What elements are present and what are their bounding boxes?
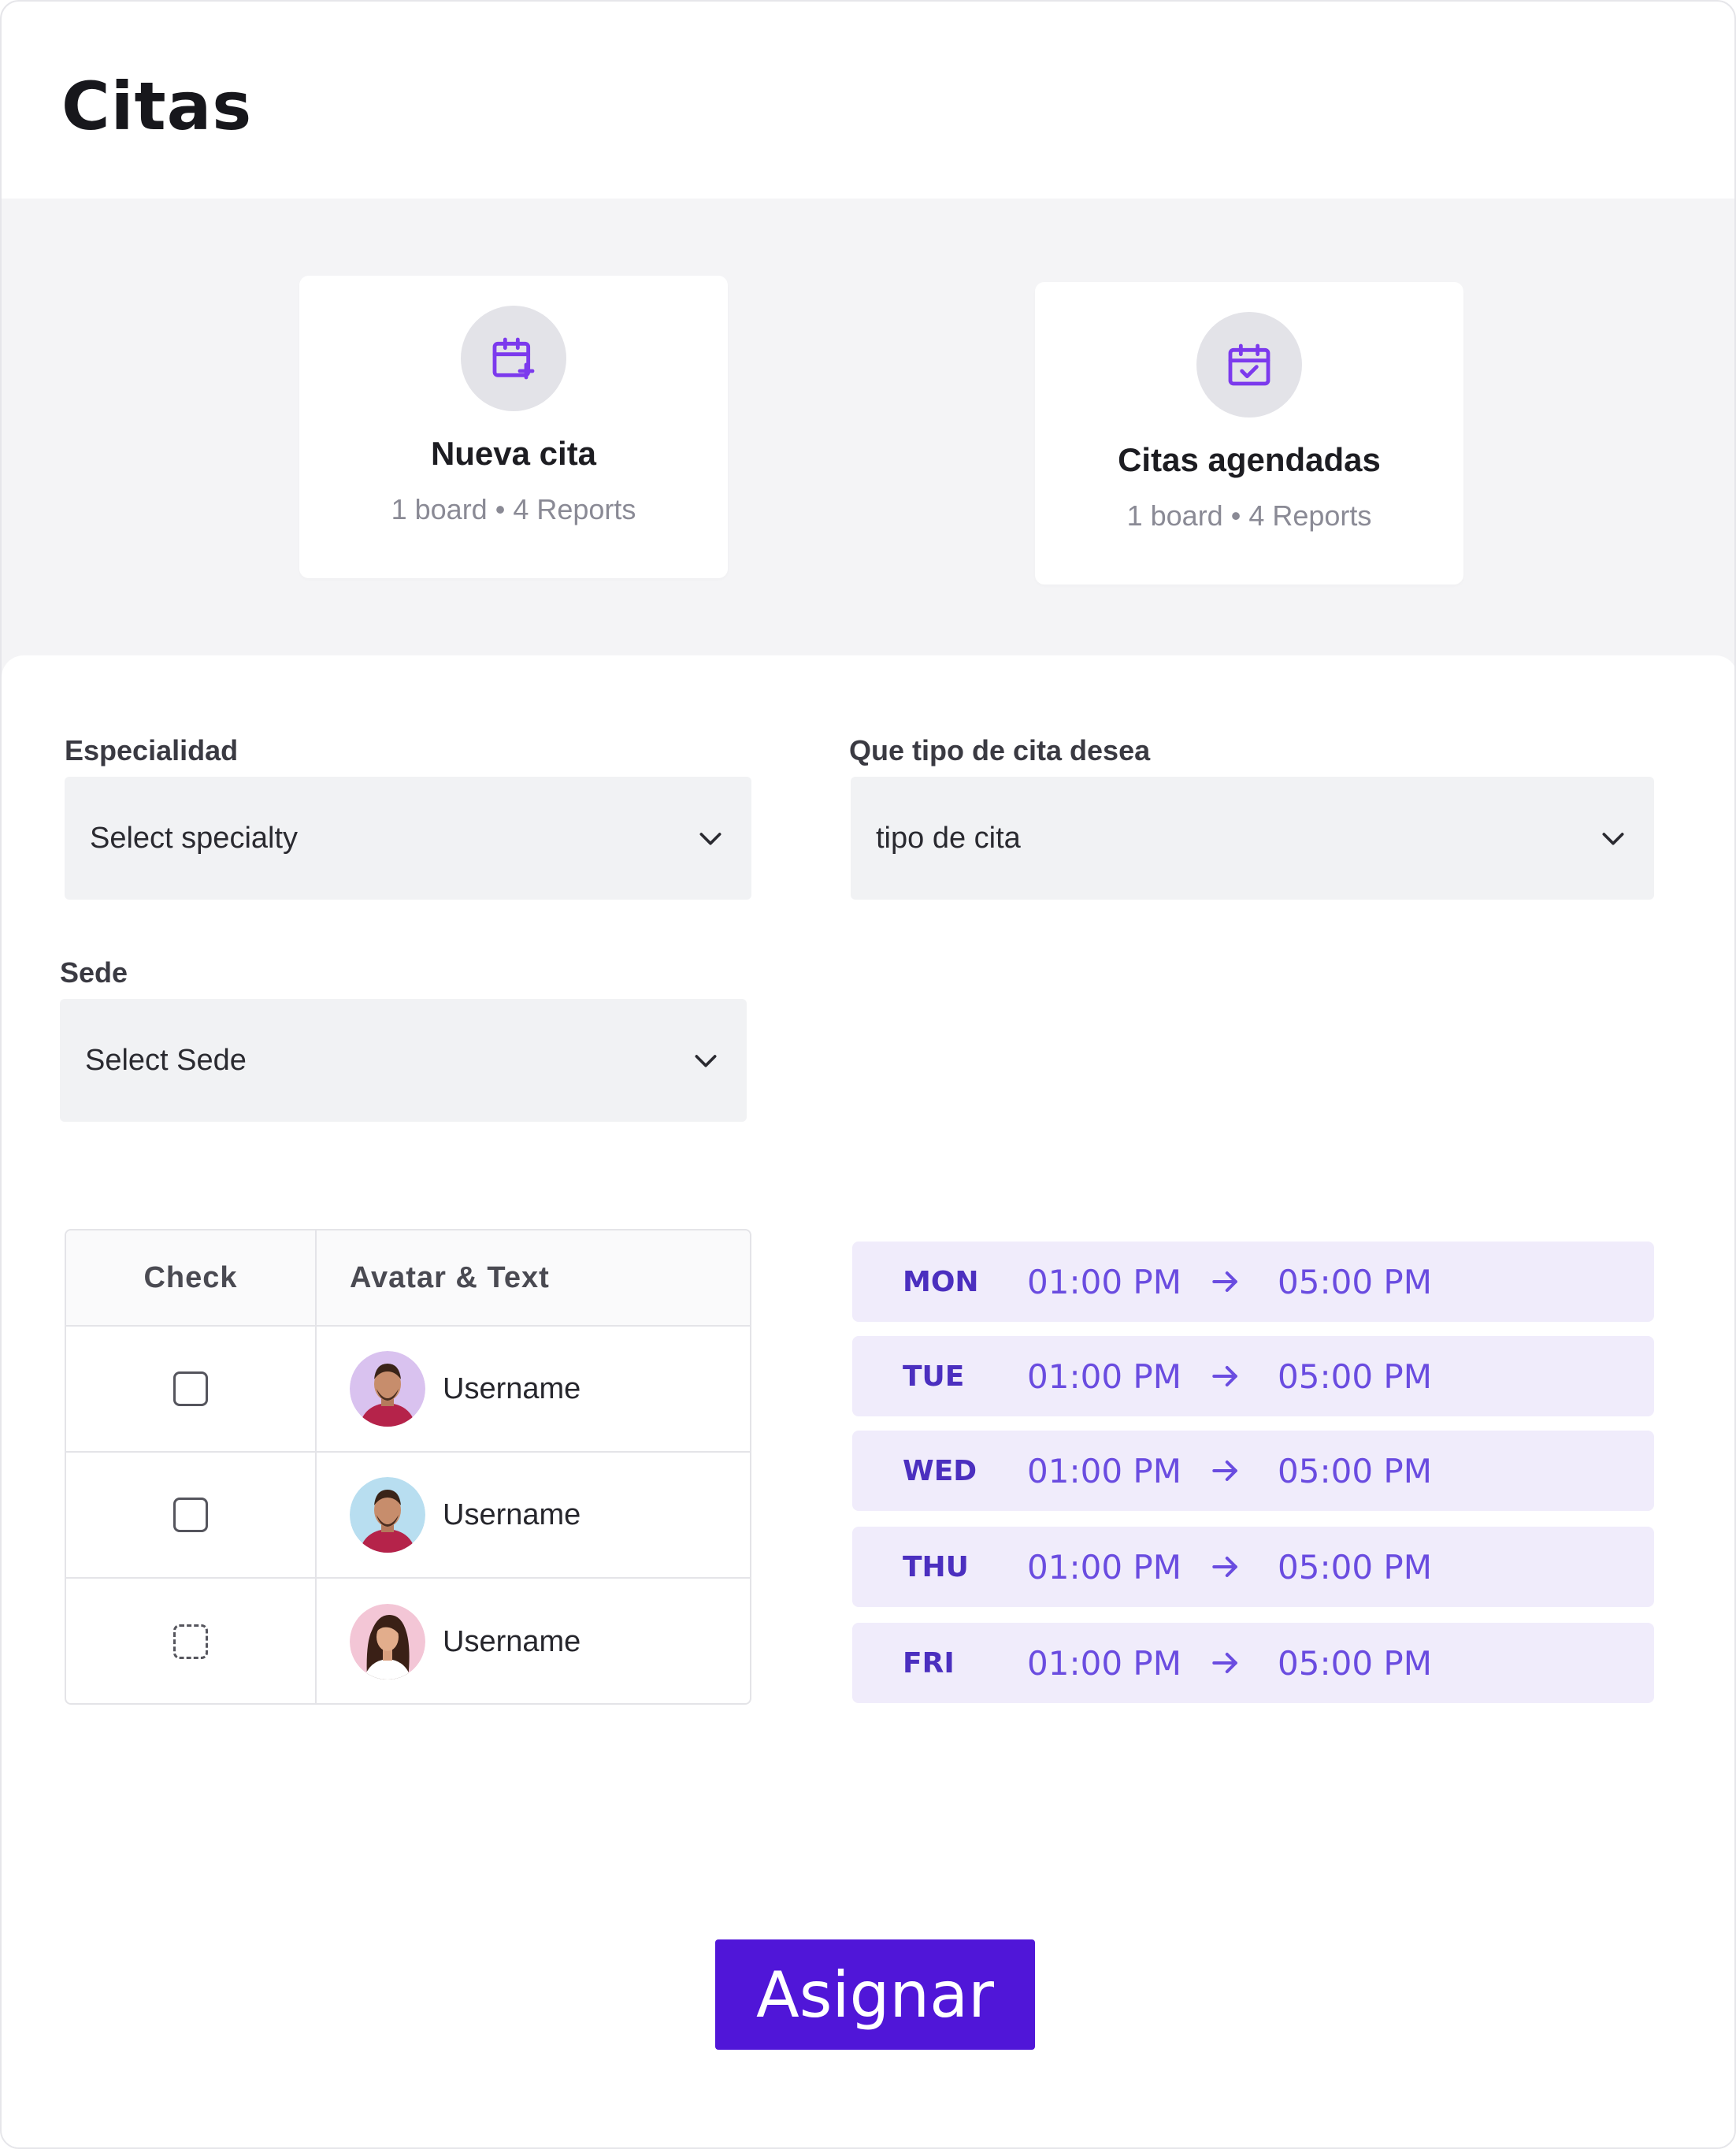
specialty-select[interactable]: Select specialty bbox=[65, 777, 751, 900]
assign-button[interactable]: Asignar bbox=[715, 1939, 1035, 2050]
site-select[interactable]: Select Sede bbox=[60, 999, 747, 1122]
table-row: Username bbox=[66, 1453, 750, 1579]
row-checkbox[interactable] bbox=[173, 1624, 208, 1659]
chevron-down-icon bbox=[699, 833, 721, 845]
arrow-right-icon bbox=[1212, 1556, 1237, 1578]
calendar-check-icon bbox=[1196, 312, 1302, 418]
appointment-type-label: Que tipo de cita desea bbox=[849, 734, 1151, 766]
schedule-day: WED bbox=[903, 1454, 977, 1487]
appointment-type-select[interactable]: tipo de cita bbox=[851, 777, 1654, 900]
column-header-avatar-text: Avatar & Text bbox=[350, 1260, 550, 1294]
avatar bbox=[350, 1351, 425, 1427]
schedule-day: THU bbox=[903, 1550, 969, 1583]
schedule-start-time: 01:00 PM bbox=[1027, 1643, 1181, 1683]
specialty-label: Especialidad bbox=[65, 734, 239, 766]
calendar-plus-icon bbox=[461, 306, 566, 411]
card-title: Citas agendadas bbox=[1118, 441, 1381, 478]
schedule-row-mon[interactable]: MON 01:00 PM 05:00 PM bbox=[852, 1242, 1654, 1322]
appointment-type-select-value: tipo de cita bbox=[876, 821, 1021, 855]
schedule-row-thu[interactable]: THU 01:00 PM 05:00 PM bbox=[852, 1527, 1654, 1607]
card-title: Nueva cita bbox=[430, 435, 597, 472]
avatar bbox=[350, 1604, 425, 1679]
schedule-day: FRI bbox=[903, 1646, 955, 1679]
arrow-right-icon bbox=[1212, 1652, 1237, 1674]
schedule-row-tue[interactable]: TUE 01:00 PM 05:00 PM bbox=[852, 1336, 1654, 1416]
page-title: Citas bbox=[61, 68, 253, 145]
app-frame: Citas Nueva cita 1 board • 4 Reports Cit… bbox=[0, 0, 1736, 2149]
site-select-value: Select Sede bbox=[85, 1043, 247, 1077]
card-meta: 1 board • 4 Reports bbox=[1126, 499, 1372, 532]
table-row: Username bbox=[66, 1327, 750, 1453]
table-header-row: Check Avatar & Text bbox=[66, 1230, 750, 1327]
card-meta: 1 board • 4 Reports bbox=[391, 493, 636, 525]
schedule-end-time: 05:00 PM bbox=[1278, 1357, 1432, 1396]
column-header-check: Check bbox=[66, 1230, 317, 1325]
schedule-day: TUE bbox=[903, 1360, 965, 1393]
specialty-select-value: Select specialty bbox=[90, 821, 299, 855]
chevron-down-icon bbox=[1602, 833, 1624, 845]
cards-section: Nueva cita 1 board • 4 Reports Citas age… bbox=[2, 199, 1734, 679]
arrow-right-icon bbox=[1212, 1271, 1237, 1293]
card-nueva-cita[interactable]: Nueva cita 1 board • 4 Reports bbox=[299, 276, 728, 578]
schedule-start-time: 01:00 PM bbox=[1027, 1451, 1181, 1490]
schedule-end-time: 05:00 PM bbox=[1278, 1547, 1432, 1587]
users-table: Check Avatar & Text Username Username Us… bbox=[65, 1229, 751, 1705]
avatar bbox=[350, 1477, 425, 1553]
schedule-day: MON bbox=[903, 1265, 979, 1298]
row-checkbox[interactable] bbox=[173, 1498, 208, 1532]
row-checkbox[interactable] bbox=[173, 1371, 208, 1406]
arrow-right-icon bbox=[1212, 1460, 1237, 1482]
schedule-start-time: 01:00 PM bbox=[1027, 1547, 1181, 1587]
schedule-row-fri[interactable]: FRI 01:00 PM 05:00 PM bbox=[852, 1623, 1654, 1703]
schedule-end-time: 05:00 PM bbox=[1278, 1643, 1432, 1683]
card-citas-agendadas[interactable]: Citas agendadas 1 board • 4 Reports bbox=[1035, 282, 1463, 585]
chevron-down-icon bbox=[695, 1055, 717, 1067]
schedule-start-time: 01:00 PM bbox=[1027, 1357, 1181, 1396]
username: Username bbox=[443, 1498, 581, 1531]
arrow-right-icon bbox=[1212, 1365, 1237, 1387]
schedule-end-time: 05:00 PM bbox=[1278, 1451, 1432, 1490]
username: Username bbox=[443, 1371, 581, 1405]
username: Username bbox=[443, 1624, 581, 1658]
site-label: Sede bbox=[60, 956, 128, 989]
table-row: Username bbox=[66, 1579, 750, 1703]
schedule-row-wed[interactable]: WED 01:00 PM 05:00 PM bbox=[852, 1431, 1654, 1511]
schedule-end-time: 05:00 PM bbox=[1278, 1262, 1432, 1301]
schedule-start-time: 01:00 PM bbox=[1027, 1262, 1181, 1301]
